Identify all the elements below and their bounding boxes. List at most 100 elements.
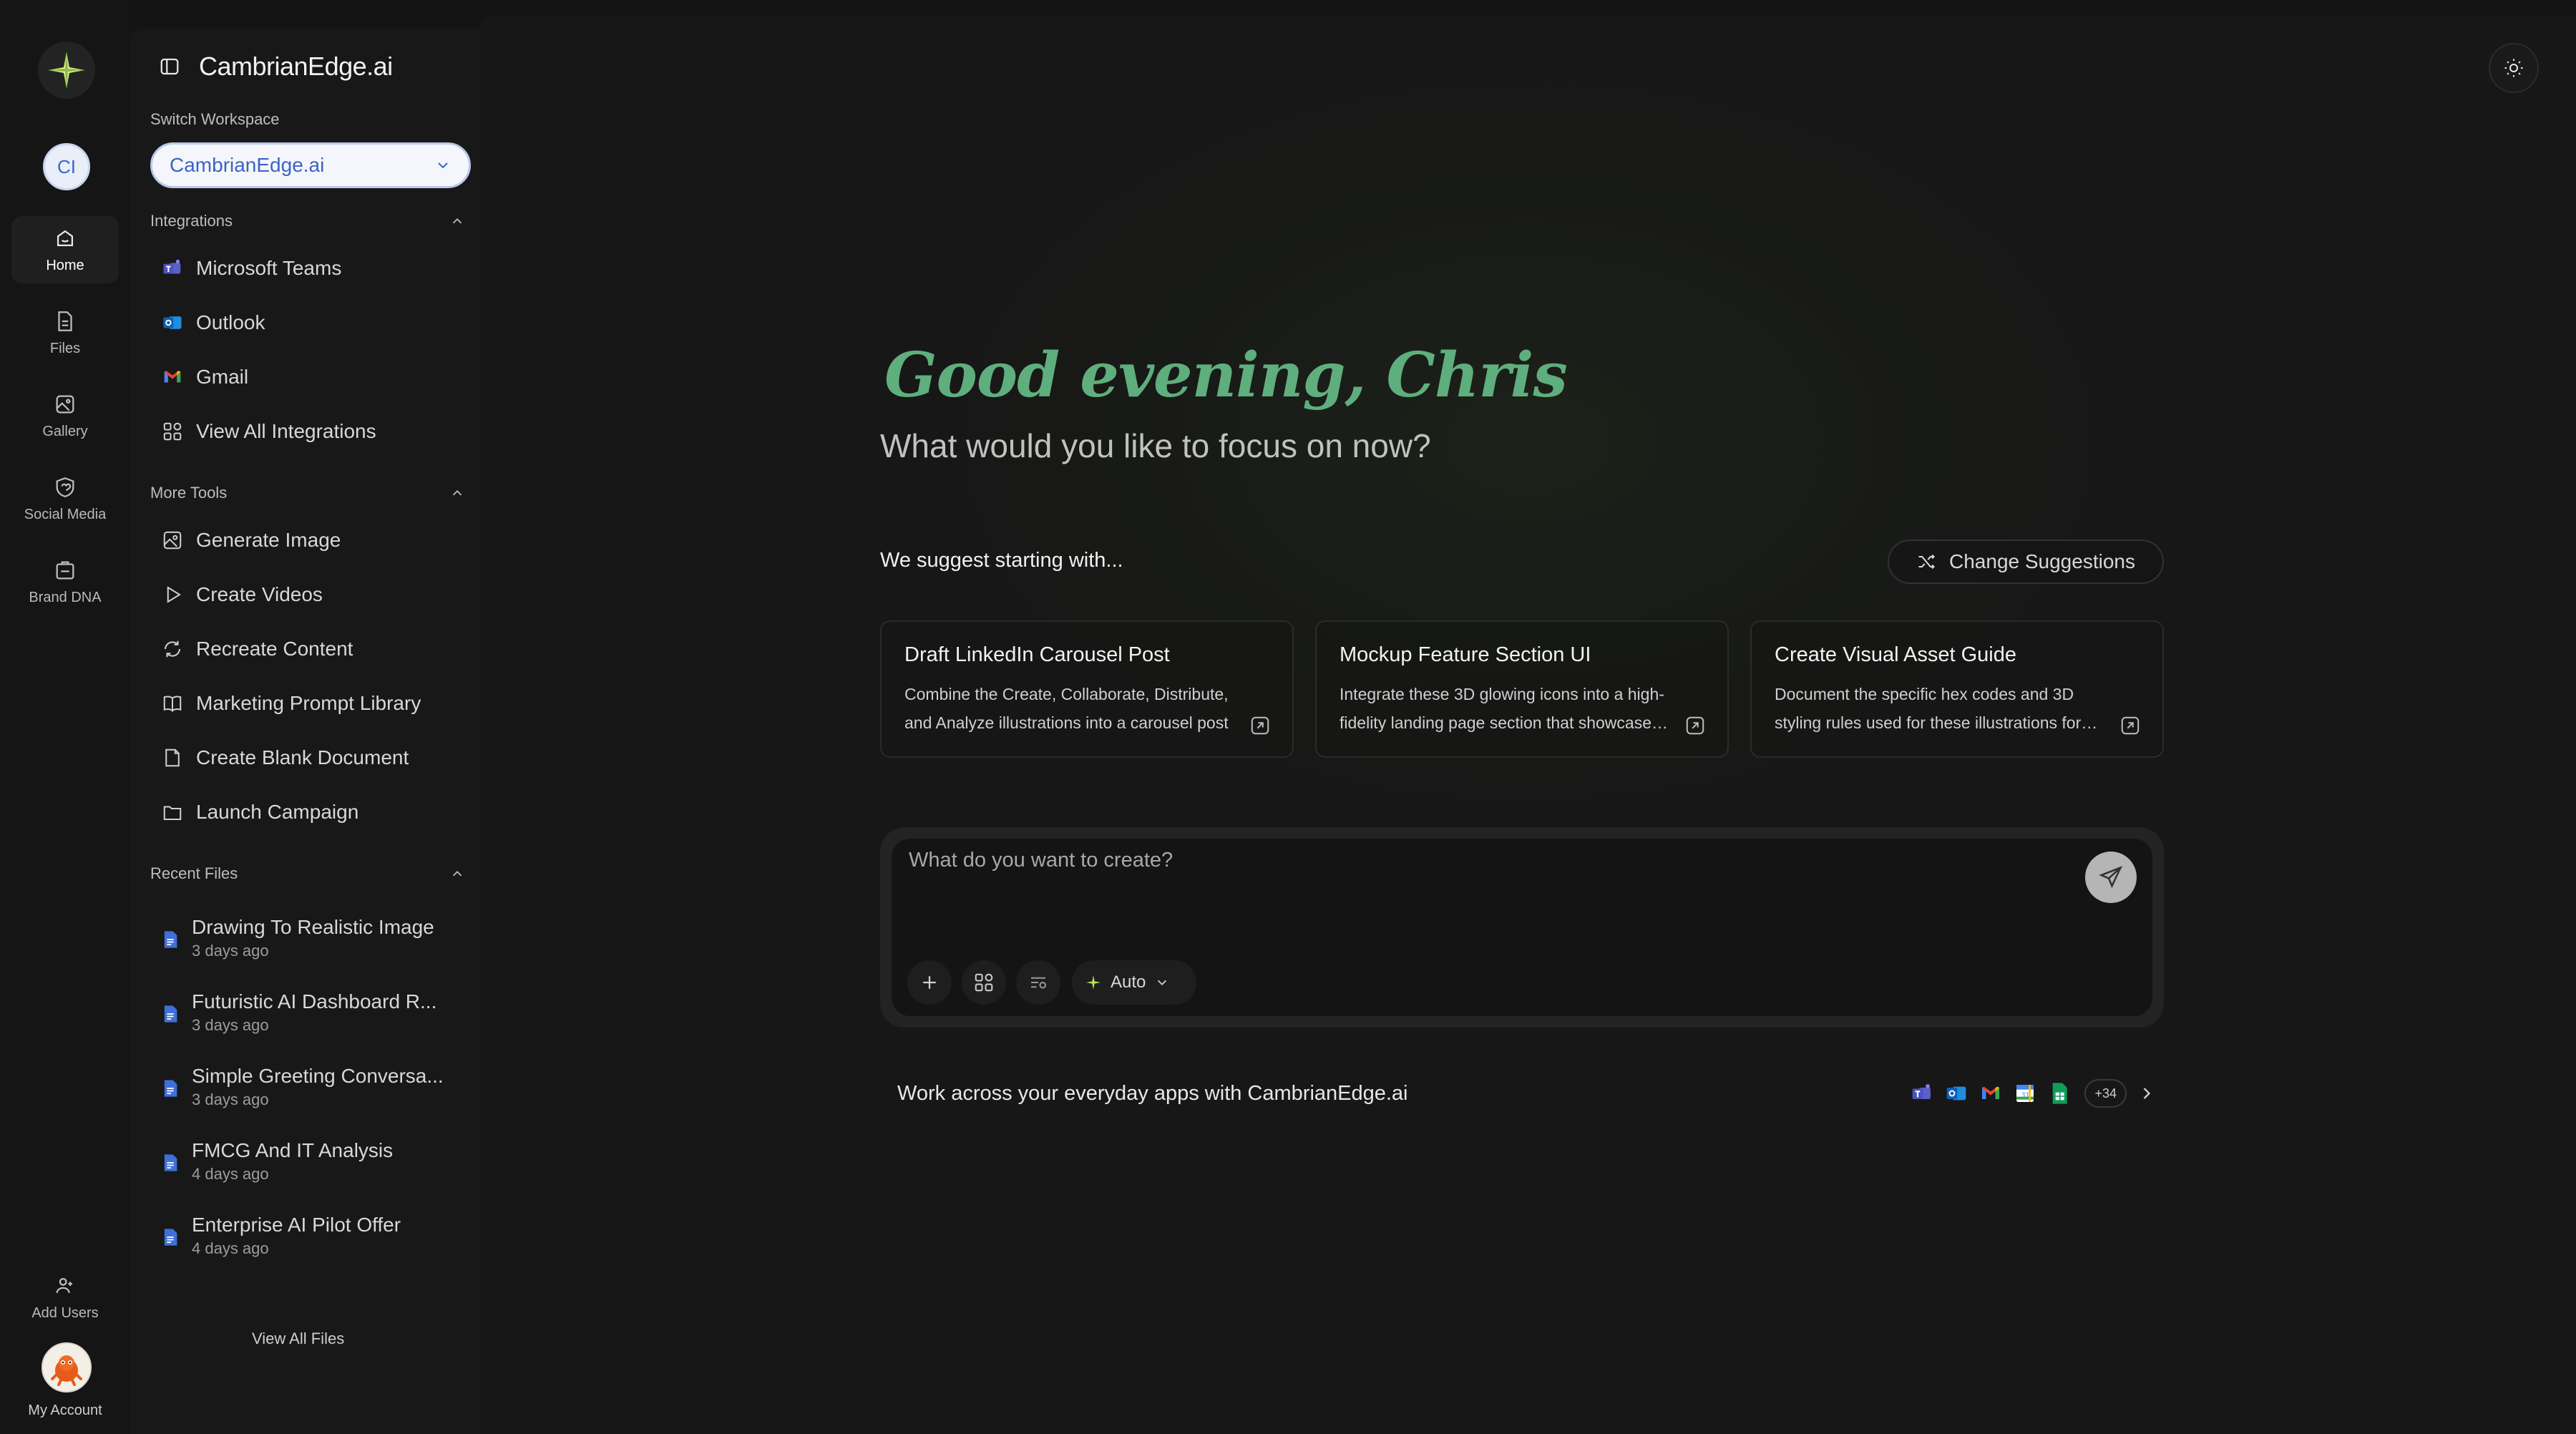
switch-workspace-label: Switch Workspace [150,110,280,128]
sidebar-item-label: Recreate Content [196,638,353,660]
list-settings-icon [1031,977,1046,989]
sidebar-item-launch-campaign[interactable]: Launch Campaign [160,800,358,824]
rail-label-gallery: Gallery [42,423,88,439]
file-name: Futuristic AI Dashboard R... [192,990,437,1013]
prompt-composer: Auto [880,827,2164,1028]
file-name: FMCG And IT Analysis [192,1139,394,1161]
chevron-up-icon [452,489,462,496]
recent-file-item[interactable]: Futuristic AI Dashboard R... 3 days ago [160,990,436,1035]
sidebar-item-outlook[interactable]: Outlook [160,311,265,335]
add-attachment-button[interactable] [907,960,952,1005]
integrations-section-header[interactable]: Integrations [150,212,465,230]
rail-label-files: Files [49,340,81,356]
recent-files-section-header[interactable]: Recent Files [150,864,465,883]
card-title: Draft LinkedIn Carousel Post [904,643,1170,666]
recent-file-item[interactable]: Drawing To Realistic Image 3 days ago [160,916,434,960]
sun-icon [2504,59,2523,77]
rail-item-gallery[interactable]: Gallery [11,382,119,449]
gmail-icon [160,365,185,389]
sidebar-item-label: Microsoft Teams [196,257,342,279]
more-apps-badge[interactable]: +34 [2084,1079,2127,1108]
file-icon [58,311,72,331]
theme-toggle-button[interactable] [2489,43,2539,93]
app-logo[interactable] [38,42,95,99]
rail-item-home[interactable]: Home [11,216,119,283]
gmail-icon [1979,1081,2003,1106]
sidebar-item-gmail[interactable]: Gmail [160,365,248,389]
prompt-input[interactable] [909,849,1982,872]
file-name: Simple Greeting Conversa... [192,1065,444,1087]
card-description: Document the specific hex codes and 3D s… [1775,685,2082,732]
model-select-button[interactable]: Auto [1072,960,1196,1005]
open-external-icon[interactable] [1249,715,1271,736]
folder-icon [160,800,185,824]
sidebar-item-label: Marketing Prompt Library [196,692,421,714]
chevron-right-icon[interactable] [2137,1083,2157,1103]
integrations-button[interactable] [962,960,1006,1005]
social-icon [56,477,74,497]
rail-item-files[interactable]: Files [11,299,119,366]
greeting-heading: Good evening, Chris [884,339,1568,411]
document-icon [160,746,185,770]
rail-item-social-media[interactable]: Social Media [11,465,119,532]
workspace-avatar[interactable]: CI [43,143,90,190]
recent-file-item[interactable]: Enterprise AI Pilot Offer 4 days ago [160,1214,401,1258]
chevron-down-icon [438,162,448,169]
star-logo-icon [48,52,85,89]
sidebar-toggle-icon[interactable] [159,56,180,77]
workspace-select[interactable]: CambrianEdge.ai [150,142,471,188]
file-name: Enterprise AI Pilot Offer [192,1214,401,1236]
prompt-templates-button[interactable] [1016,960,1060,1005]
suggestions-label: We suggest starting with... [880,549,1123,572]
side-panel: CambrianEdge.ai Switch Workspace Cambria… [130,29,481,1434]
sparkle-icon [1086,975,1101,990]
sidebar-item-label: Gmail [196,366,249,388]
account-avatar[interactable] [42,1342,92,1392]
sidebar-item-label: Outlook [196,311,265,333]
recent-header: Recent Files [150,864,238,882]
my-account-label[interactable]: My Account [0,1403,130,1419]
suggestion-card[interactable]: Mockup Feature Section UI Integrate thes… [1315,620,1729,758]
image-icon [160,528,185,552]
suggestion-card[interactable]: Create Visual Asset Guide Document the s… [1750,620,2164,758]
add-users-button[interactable]: Add Users [11,1264,119,1331]
sidebar-item-create-videos[interactable]: Create Videos [160,582,323,607]
grid-icon [975,973,993,992]
rail-label-brand-dna: Brand DNA [29,589,102,605]
card-description: Combine the Create, Collaborate, Distrib… [904,685,1229,732]
integrations-header: Integrations [150,212,233,230]
apps-row[interactable]: Work across your everyday apps with Camb… [897,1079,2157,1108]
open-external-icon[interactable] [2119,715,2141,736]
grid-icon [160,419,185,444]
file-date: 3 days ago [192,1091,269,1108]
change-suggestions-button[interactable]: Change Suggestions [1888,540,2164,584]
sidebar-item-recreate-content[interactable]: Recreate Content [160,637,353,661]
sidebar-item-label: View All Integrations [196,420,376,442]
send-icon [2099,866,2123,889]
sidebar-item-microsoft-teams[interactable]: Microsoft Teams [160,256,341,281]
apps-row-text: Work across your everyday apps with Camb… [897,1081,1408,1105]
chevron-up-icon [452,218,462,224]
open-external-icon[interactable] [1684,715,1706,736]
model-label: Auto [1111,972,1146,992]
composer-body: Auto [892,839,2152,1016]
sidebar-item-create-blank-document[interactable]: Create Blank Document [160,746,409,770]
sidebar-item-view-all-integrations[interactable]: View All Integrations [160,419,376,444]
suggestion-card[interactable]: Draft LinkedIn Carousel Post Combine the… [880,620,1294,758]
view-all-files-link[interactable]: View All Files [252,1330,344,1348]
doc-file-icon [160,1152,180,1177]
workspace-select-value: CambrianEdge.ai [170,154,325,176]
file-date: 4 days ago [192,1239,269,1257]
doc-file-icon [160,929,180,954]
sidebar-item-generate-image[interactable]: Generate Image [160,528,341,552]
tools-section-header[interactable]: More Tools [150,484,465,502]
sidebar-item-marketing-prompt-library[interactable]: Marketing Prompt Library [160,691,421,716]
file-date: 4 days ago [192,1165,269,1183]
recent-file-item[interactable]: Simple Greeting Conversa... 3 days ago [160,1065,444,1109]
send-button[interactable] [2085,852,2137,903]
file-date: 3 days ago [192,942,269,960]
avatar-icon [51,1355,82,1386]
chevron-up-icon [452,870,462,877]
recent-file-item[interactable]: FMCG And IT Analysis 4 days ago [160,1139,393,1184]
rail-item-brand-dna[interactable]: Brand DNA [11,548,119,615]
